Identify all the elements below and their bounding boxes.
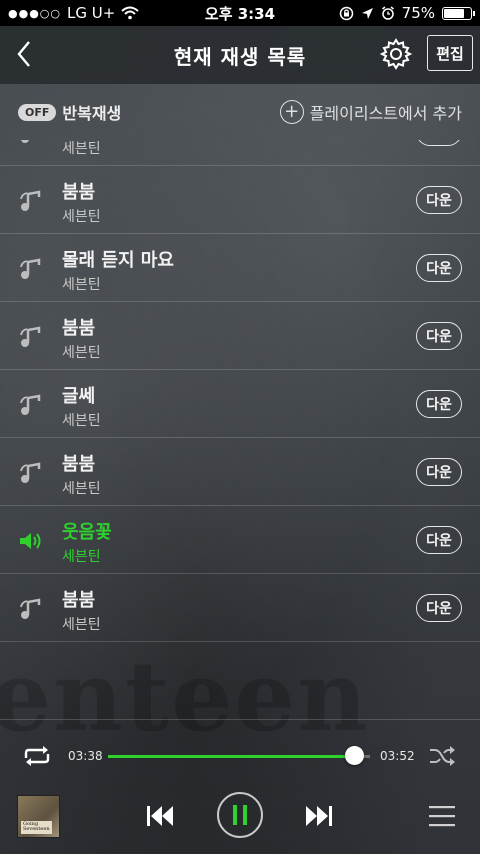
status-left: ●●●○○ LG U+ [8, 4, 178, 22]
speaker-icon [20, 533, 41, 549]
status-right: 75% [302, 4, 475, 22]
song-title: 몰래 듣지 마요 [62, 250, 174, 271]
download-button[interactable]: 다운 [416, 254, 462, 282]
list-item-now-playing[interactable]: 웃음꽃세븐틴 다운 [0, 506, 480, 574]
progress-fill [108, 755, 355, 758]
pause-icon [233, 805, 247, 825]
add-from-playlist-button[interactable]: + 플레이리스트에서 추가 [279, 100, 462, 124]
song-title: 붐붐 [62, 590, 96, 611]
song-title: 붐붐 [62, 318, 96, 339]
current-time: 03:38 [68, 749, 103, 763]
battery-icon [442, 6, 475, 20]
next-button[interactable] [303, 802, 335, 830]
header-bar: 현재 재생 목록 편집 [0, 26, 480, 84]
settings-button[interactable] [379, 37, 413, 71]
progress-knob[interactable] [344, 746, 364, 765]
song-title: 붐붐 [62, 454, 96, 475]
song-artist: 세븐틴 [62, 617, 101, 633]
hamburger-icon [429, 806, 455, 827]
gear-icon [379, 38, 413, 70]
background-artwork-lettering: enteen [0, 640, 370, 753]
album-art[interactable]: Going Seventeen [17, 795, 60, 838]
list-item[interactable]: 붐붐세븐틴 다운 [0, 302, 480, 370]
plus-circle-icon: + [279, 100, 304, 124]
rotation-lock-icon [339, 6, 353, 20]
page-title: 현재 재생 목록 [173, 44, 307, 69]
alarm-icon [381, 6, 394, 20]
music-note-icon [20, 326, 41, 347]
pause-button[interactable] [217, 792, 263, 838]
list-item[interactable]: 붐붐세븐틴 다운 [0, 166, 480, 234]
location-arrow-icon [361, 7, 373, 19]
battery-percent: 75% [401, 4, 435, 22]
song-artist: 세븐틴 [62, 549, 101, 565]
playlist: 거짓말세븐틴다운붐붐세븐틴다운몰래 듣지 마요세븐틴다운붐붐세븐틴다운글쎄세븐틴… [0, 140, 480, 656]
back-button[interactable] [12, 38, 36, 70]
chevron-left-icon [17, 41, 30, 67]
carrier-name: LG U+ [67, 4, 116, 22]
album-art-caption: Going Seventeen [21, 820, 52, 834]
music-note-icon [20, 598, 41, 619]
progress-row: 03:38 03:52 [0, 738, 480, 774]
edit-button[interactable]: 편집 [427, 35, 473, 71]
menu-button[interactable] [428, 804, 456, 828]
status-time: 오후 3:34 [204, 4, 276, 23]
song-artist: 세븐틴 [62, 413, 101, 429]
wifi-icon [121, 6, 139, 20]
download-button[interactable]: 다운 [416, 322, 462, 350]
song-artist: 세븐틴 [62, 141, 101, 157]
progress-track[interactable] [108, 755, 370, 758]
signal-dots-icon: ●●●○○ [8, 6, 61, 20]
shuffle-button[interactable] [428, 745, 456, 767]
playlist-scroll[interactable]: 거짓말세븐틴다운붐붐세븐틴다운몰래 듣지 마요세븐틴다운붐붐세븐틴다운글쎄세븐틴… [0, 140, 480, 642]
list-item[interactable]: 몰래 듣지 마요세븐틴 다운 [0, 234, 480, 302]
download-button[interactable]: 다운 [416, 594, 462, 622]
music-note-icon [20, 190, 41, 211]
repeat-label: 반복재생 [62, 104, 122, 123]
download-button[interactable]: 다운 [416, 140, 462, 146]
total-time: 03:52 [380, 749, 415, 763]
repeat-toggle[interactable]: OFF [18, 103, 57, 121]
list-item[interactable]: 글쎄세븐틴 다운 [0, 370, 480, 438]
list-item[interactable]: 거짓말세븐틴다운 [0, 140, 480, 166]
skip-next-icon [306, 806, 332, 826]
music-note-icon [20, 258, 41, 279]
song-artist: 세븐틴 [62, 481, 101, 497]
status-bar: ●●●○○ LG U+ 오후 3:34 75% [0, 0, 480, 26]
list-item[interactable]: 붐붐세븐틴 다운 [0, 438, 480, 506]
song-title: 글쎄 [62, 386, 96, 407]
music-note-icon [20, 462, 41, 483]
music-note-icon [21, 140, 29, 143]
repeat-button[interactable] [20, 744, 54, 768]
music-note-icon [20, 394, 41, 415]
song-title: 웃음꽃 [62, 522, 112, 543]
list-item[interactable]: 붐붐세븐틴 다운 [0, 574, 480, 642]
song-artist: 세븐틴 [62, 277, 101, 293]
player-controls: Going Seventeen [0, 790, 480, 846]
song-artist: 세븐틴 [62, 209, 101, 225]
download-button[interactable]: 다운 [416, 526, 462, 554]
song-title: 붐붐 [62, 182, 96, 203]
add-from-playlist-label: 플레이리스트에서 추가 [309, 104, 462, 123]
skip-previous-icon [147, 806, 173, 826]
download-button[interactable]: 다운 [416, 390, 462, 418]
download-button[interactable]: 다운 [416, 186, 462, 214]
repeat-bar: OFF 반복재생 + 플레이리스트에서 추가 [0, 84, 480, 140]
download-button[interactable]: 다운 [416, 458, 462, 486]
divider [0, 719, 480, 720]
previous-button[interactable] [144, 802, 176, 830]
shuffle-icon [430, 749, 452, 763]
song-artist: 세븐틴 [62, 345, 101, 361]
